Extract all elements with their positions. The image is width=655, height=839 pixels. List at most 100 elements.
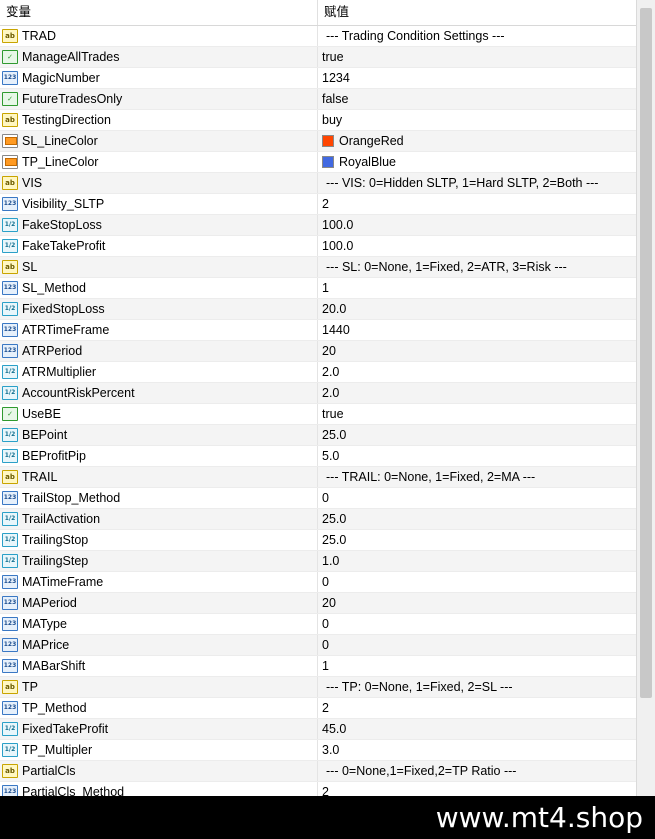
table-row[interactable]: 1/2 FixedTakeProfit 45.0 — [0, 719, 636, 740]
double-type-icon: 1/2 — [2, 742, 18, 757]
parameter-value-cell[interactable]: 1 — [318, 656, 636, 676]
table-row[interactable]: 1/2 TrailActivation 25.0 — [0, 509, 636, 530]
table-row[interactable]: 123 MAType 0 — [0, 614, 636, 635]
parameter-value-cell[interactable]: 5.0 — [318, 446, 636, 466]
table-row[interactable]: ✓ FutureTradesOnly false — [0, 89, 636, 110]
parameter-value-cell[interactable]: false — [318, 89, 636, 109]
parameter-value-cell[interactable]: 20 — [318, 593, 636, 613]
parameter-value: 100.0 — [322, 239, 354, 253]
parameter-value-cell[interactable]: 3.0 — [318, 740, 636, 760]
parameter-value-cell[interactable]: --- SL: 0=None, 1=Fixed, 2=ATR, 3=Risk -… — [318, 257, 636, 277]
parameter-value-cell[interactable]: 25.0 — [318, 425, 636, 445]
parameter-value-cell[interactable]: --- Trading Condition Settings --- — [318, 26, 636, 46]
parameter-value-cell[interactable]: 2.0 — [318, 383, 636, 403]
table-row[interactable]: ab TRAD --- Trading Condition Settings --- — [0, 26, 636, 47]
parameter-value-cell[interactable]: 25.0 — [318, 509, 636, 529]
table-row[interactable]: TP_LineColor RoyalBlue — [0, 152, 636, 173]
int-type-icon: 123 — [2, 637, 18, 652]
table-row[interactable]: ab TRAIL --- TRAIL: 0=None, 1=Fixed, 2=MA … — [0, 467, 636, 488]
table-row[interactable]: 123 MABarShift 1 — [0, 656, 636, 677]
column-header-variable[interactable]: 变量 — [0, 0, 318, 25]
int-type-icon: 123 — [2, 658, 18, 673]
parameter-name-cell: 123 Visibility_SLTP — [0, 194, 318, 214]
table-row[interactable]: SL_LineColor OrangeRed — [0, 131, 636, 152]
table-row[interactable]: 123 Visibility_SLTP 2 — [0, 194, 636, 215]
table-row[interactable]: 123 TrailStop_Method 0 — [0, 488, 636, 509]
table-row[interactable]: 123 SL_Method 1 — [0, 278, 636, 299]
table-row[interactable]: 1/2 BEProfitPip 5.0 — [0, 446, 636, 467]
parameter-value-cell[interactable]: 45.0 — [318, 719, 636, 739]
parameter-value-cell[interactable]: 2 — [318, 194, 636, 214]
parameter-value-cell[interactable]: --- 0=None,1=Fixed,2=TP Ratio --- — [318, 761, 636, 781]
parameter-name: FutureTradesOnly — [22, 92, 123, 106]
table-row[interactable]: 1/2 FakeTakeProfit 100.0 — [0, 236, 636, 257]
parameter-value: RoyalBlue — [339, 155, 396, 169]
parameter-value-cell[interactable]: 1 — [318, 278, 636, 298]
parameter-value-cell[interactable]: 100.0 — [318, 215, 636, 235]
color-swatch[interactable] — [322, 134, 334, 147]
parameter-name: PartialCls_Method — [22, 785, 125, 796]
table-row[interactable]: 123 MAPeriod 20 — [0, 593, 636, 614]
parameter-value-cell[interactable]: 0 — [318, 635, 636, 655]
parameter-value-cell[interactable]: --- VIS: 0=Hidden SLTP, 1=Hard SLTP, 2=B… — [318, 173, 636, 193]
table-row[interactable]: 123 MagicNumber 1234 — [0, 68, 636, 89]
parameter-name: TrailStop_Method — [22, 491, 121, 505]
table-row[interactable]: 123 PartialCls_Method 2 — [0, 782, 636, 796]
table-row[interactable]: ab PartialCls --- 0=None,1=Fixed,2=TP Rati… — [0, 761, 636, 782]
vertical-scrollbar[interactable] — [636, 0, 655, 796]
parameter-name: UseBE — [22, 407, 61, 421]
parameter-value: 20 — [322, 596, 336, 610]
color-swatch[interactable] — [322, 155, 334, 168]
parameter-value-cell[interactable]: 2 — [318, 698, 636, 718]
table-row[interactable]: ab SL --- SL: 0=None, 1=Fixed, 2=ATR, 3=Ri… — [0, 257, 636, 278]
table-row[interactable]: ab TestingDirection buy — [0, 110, 636, 131]
parameter-value-cell[interactable]: 2.0 — [318, 362, 636, 382]
parameter-value-cell[interactable]: buy — [318, 110, 636, 130]
parameter-value-cell[interactable]: --- TP: 0=None, 1=Fixed, 2=SL --- — [318, 677, 636, 697]
table-row[interactable]: 1/2 TrailingStep 1.0 — [0, 551, 636, 572]
parameter-value-cell[interactable]: RoyalBlue — [318, 152, 636, 172]
parameter-value-cell[interactable]: 0 — [318, 488, 636, 508]
parameter-value-cell[interactable]: true — [318, 47, 636, 67]
table-row[interactable]: 123 ATRPeriod 20 — [0, 341, 636, 362]
parameter-value: 0 — [322, 491, 329, 505]
parameter-value-cell[interactable]: 1234 — [318, 68, 636, 88]
int-type-icon: 123 — [2, 616, 18, 631]
parameter-value-cell[interactable]: 20 — [318, 341, 636, 361]
table-row[interactable]: 1/2 FixedStopLoss 20.0 — [0, 299, 636, 320]
table-row[interactable]: 1/2 AccountRiskPercent 2.0 — [0, 383, 636, 404]
parameter-value-cell[interactable]: 1.0 — [318, 551, 636, 571]
table-row[interactable]: 123 MATimeFrame 0 — [0, 572, 636, 593]
parameter-value-cell[interactable]: 2 — [318, 782, 636, 796]
column-header-value[interactable]: 赋值 — [318, 0, 636, 25]
table-row[interactable]: 1/2 ATRMultiplier 2.0 — [0, 362, 636, 383]
table-row[interactable]: 123 MAPrice 0 — [0, 635, 636, 656]
string-type-icon: ab — [2, 175, 18, 190]
table-row[interactable]: ab VIS --- VIS: 0=Hidden SLTP, 1=Hard SLTP… — [0, 173, 636, 194]
parameter-value-cell[interactable]: 20.0 — [318, 299, 636, 319]
parameter-value-cell[interactable]: 25.0 — [318, 530, 636, 550]
parameter-name-cell: 1/2 ATRMultiplier — [0, 362, 318, 382]
parameter-value-cell[interactable]: --- TRAIL: 0=None, 1=Fixed, 2=MA --- — [318, 467, 636, 487]
table-row[interactable]: ✓ ManageAllTrades true — [0, 47, 636, 68]
parameter-value-cell[interactable]: 0 — [318, 572, 636, 592]
parameter-value-cell[interactable]: true — [318, 404, 636, 424]
table-header: 变量 赋值 — [0, 0, 636, 26]
parameter-value-cell[interactable]: 0 — [318, 614, 636, 634]
table-row[interactable]: 123 TP_Method 2 — [0, 698, 636, 719]
scrollbar-thumb[interactable] — [640, 8, 652, 698]
parameter-name-cell: 1/2 TrailingStop — [0, 530, 318, 550]
parameter-value-cell[interactable]: 100.0 — [318, 236, 636, 256]
parameter-value-cell[interactable]: OrangeRed — [318, 131, 636, 151]
parameter-value: true — [322, 50, 344, 64]
table-row[interactable]: ✓ UseBE true — [0, 404, 636, 425]
parameter-name-cell: TP_LineColor — [0, 152, 318, 172]
table-row[interactable]: 1/2 TP_Multipler 3.0 — [0, 740, 636, 761]
table-row[interactable]: 1/2 TrailingStop 25.0 — [0, 530, 636, 551]
table-row[interactable]: ab TP --- TP: 0=None, 1=Fixed, 2=SL --- — [0, 677, 636, 698]
parameter-value-cell[interactable]: 1440 — [318, 320, 636, 340]
table-row[interactable]: 1/2 BEPoint 25.0 — [0, 425, 636, 446]
table-row[interactable]: 1/2 FakeStopLoss 100.0 — [0, 215, 636, 236]
parameter-name: TrailingStep — [22, 554, 89, 568]
table-row[interactable]: 123 ATRTimeFrame 1440 — [0, 320, 636, 341]
